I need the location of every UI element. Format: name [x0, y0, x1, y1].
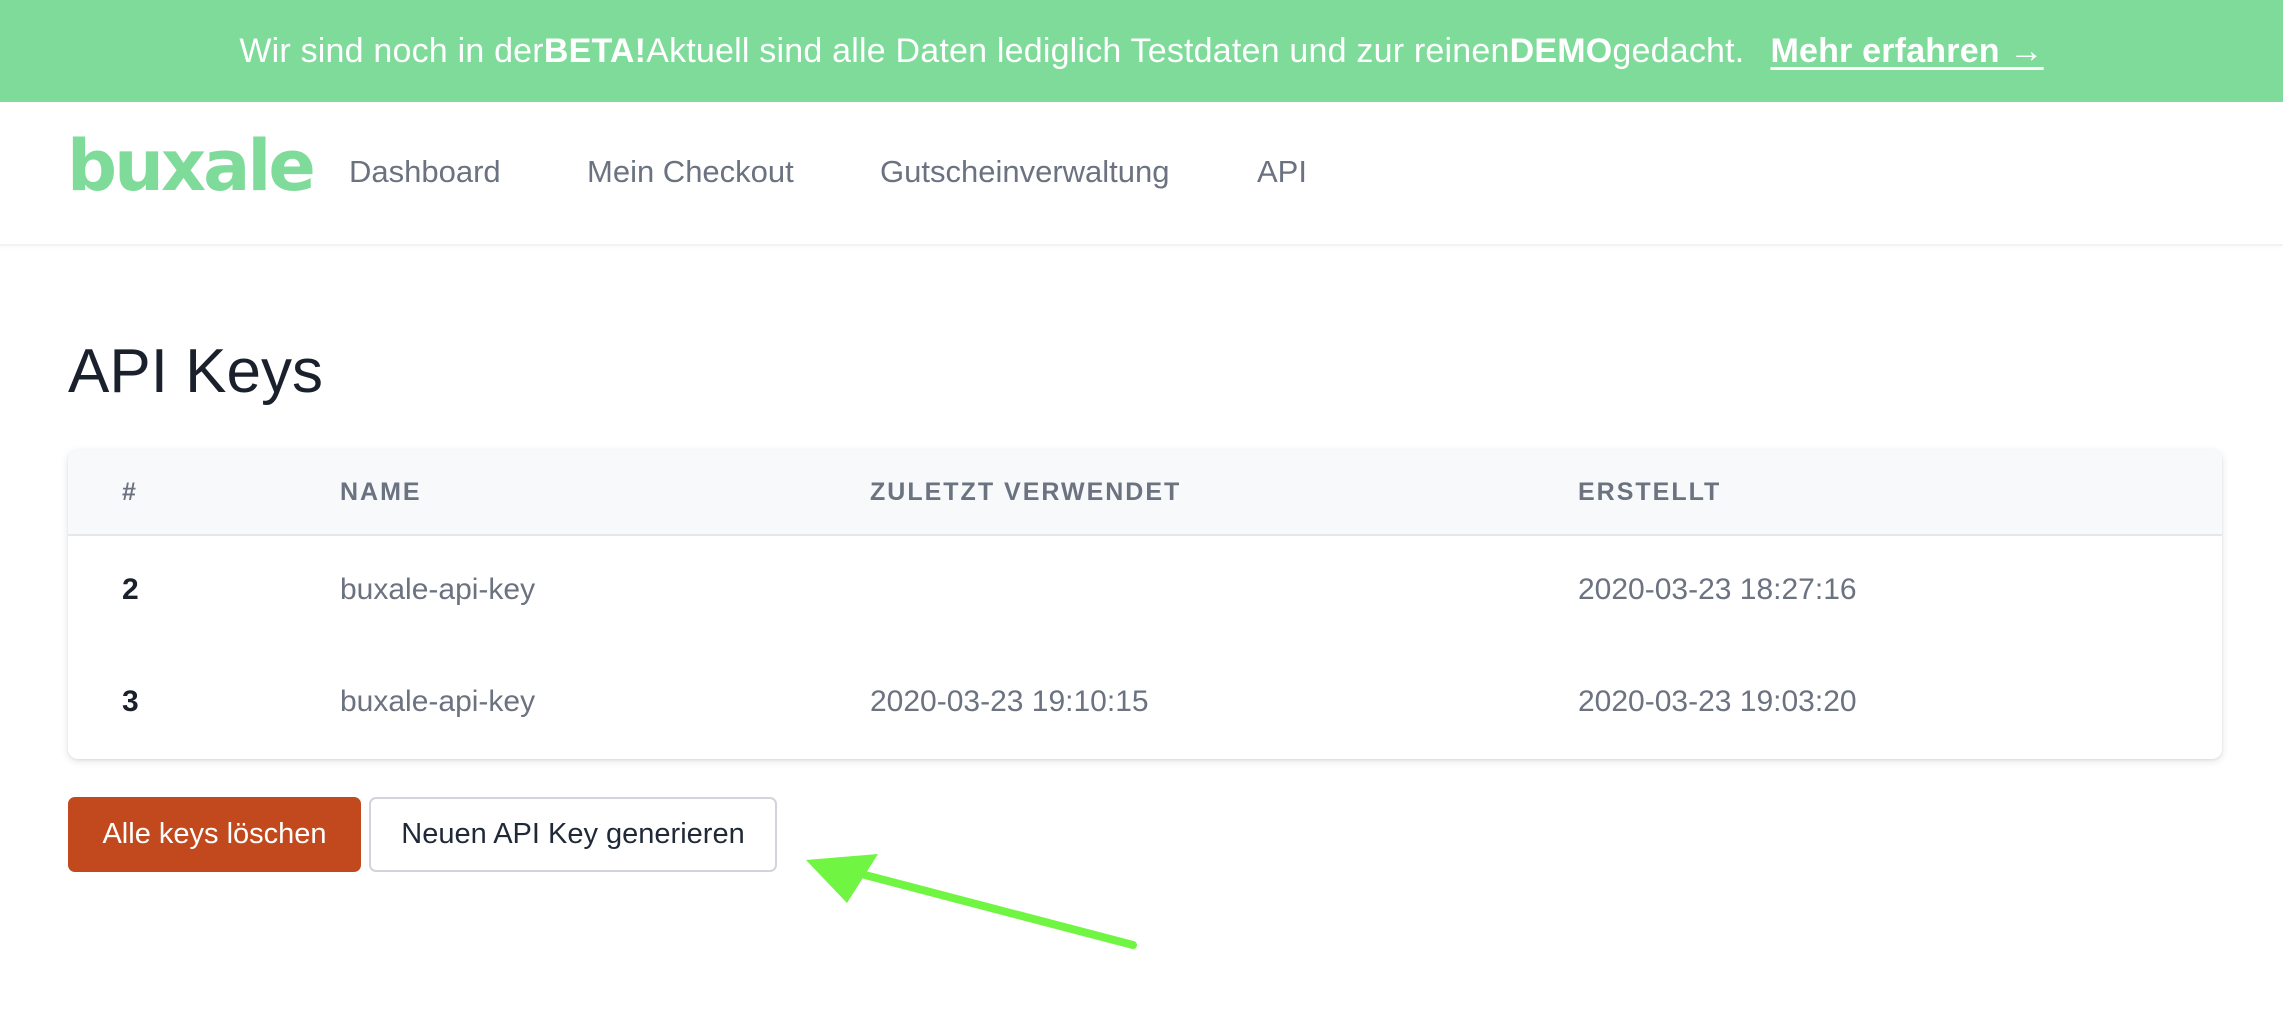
annotation-arrow-icon [806, 854, 1137, 949]
arrow-shaft [861, 871, 1137, 949]
